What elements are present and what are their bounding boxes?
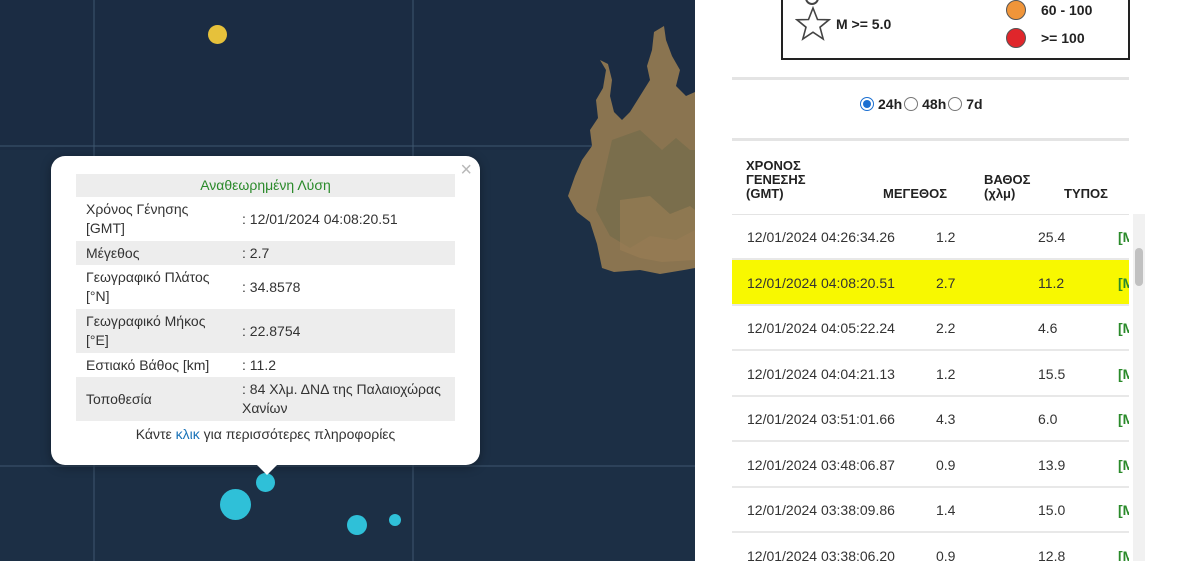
cell-time: 12/01/2024 04:08:20.51 (747, 274, 895, 291)
cell-type: [M (1118, 229, 1129, 245)
cell-type: [M (1118, 320, 1129, 336)
field-value: : 22.8754 (232, 309, 455, 353)
cell-time: 12/01/2024 04:26:34.26 (747, 229, 895, 245)
field-label: Μέγεθος (76, 241, 232, 265)
field-label: Εστιακό Βάθος [km] (86, 356, 210, 373)
cell-depth: 12.8 (1038, 547, 1066, 561)
earthquake-marker-selected[interactable] (256, 473, 275, 492)
table-row[interactable]: 12/01/2024 03:38:06.20 0.9 12.8 [M (732, 533, 1129, 561)
period-option-48h[interactable]: 48h (904, 96, 946, 112)
scrollbar-thumb[interactable] (1135, 248, 1143, 286)
table-row[interactable]: 12/01/2024 04:04:21.13 1.2 15.5 [M (732, 351, 1129, 397)
cell-magnitude: 0.9 (936, 456, 956, 473)
cell-depth: 6.0 (1038, 411, 1058, 427)
divider (732, 138, 1129, 141)
table-row[interactable]: 12/01/2024 03:51:01.66 4.3 6.0 [M (732, 396, 1129, 442)
header-depth[interactable]: ΒΑΘΟΣ (χλμ) (984, 173, 1030, 201)
depth-dot-red-icon (1006, 28, 1026, 48)
cell-magnitude: 0.9 (936, 547, 956, 561)
cell-depth: 11.2 (1038, 274, 1065, 291)
cell-magnitude: 4.3 (936, 411, 956, 427)
earthquake-marker[interactable] (347, 515, 367, 535)
field-label: Γεωγραφικό Μήκος [°E] (76, 309, 232, 353)
depth-dot-orange-icon (1006, 0, 1026, 20)
cell-depth: 15.0 (1038, 502, 1066, 518)
cell-time: 12/01/2024 04:04:21.13 (747, 365, 895, 382)
earthquake-list-panel: M >= 5.0 60 - 100 >= 100 24h 48h 7d ΧΡΟΝ… (695, 0, 1200, 561)
earthquake-table: 12/01/2024 04:26:34.261.225.4[M12/01/202… (732, 214, 1129, 561)
legend-depth-label: 60 - 100 (1041, 2, 1093, 18)
cell-time: 12/01/2024 03:48:06.87 (747, 456, 895, 473)
cell-magnitude: 2.2 (936, 320, 956, 336)
header-time[interactable]: ΧΡΟΝΟΣ ΓΕΝΕΣΗΣ (GMT) (746, 159, 806, 201)
cell-depth: 25.4 (1038, 229, 1066, 245)
cell-depth: 15.5 (1038, 365, 1066, 382)
cell-time: 12/01/2024 03:38:06.20 (747, 547, 895, 561)
cell-magnitude: 1.4 (936, 502, 956, 518)
field-value: : 34.8578 (242, 278, 301, 295)
table-row[interactable]: 12/01/2024 04:05:22.24 2.2 4.6 [M (732, 305, 1129, 351)
radio-icon[interactable] (948, 97, 963, 111)
circle-symbol-icon (805, 0, 819, 5)
header-magnitude[interactable]: ΜΕΓΕΘΟΣ (883, 187, 947, 201)
cell-depth: 13.9 (1038, 456, 1066, 473)
divider (732, 77, 1129, 80)
cell-type: [M (1118, 411, 1129, 427)
legend-magnitude-label: M >= 5.0 (836, 16, 892, 32)
star-icon (795, 6, 831, 41)
cell-type: [M (1118, 365, 1129, 382)
more-info-text: Κάντε κλικ για περισσότερες πληροφορίες (135, 426, 396, 442)
table-row[interactable]: 12/01/2024 03:38:09.86 1.4 15.0 [M (732, 487, 1129, 533)
field-label: Τοποθεσία (76, 377, 232, 421)
radio-icon[interactable] (904, 97, 919, 111)
header-type[interactable]: ΤΥΠΟΣ (1064, 187, 1108, 201)
period-option-7d[interactable]: 7d (948, 96, 983, 112)
more-info-link[interactable]: κλικ (176, 426, 200, 442)
legend-depth-label: >= 100 (1041, 30, 1085, 46)
cell-type: [M (1118, 502, 1129, 518)
cell-time: 12/01/2024 03:51:01.66 (747, 411, 895, 427)
scrollbar[interactable] (1133, 214, 1145, 561)
legend: M >= 5.0 60 - 100 >= 100 (781, 0, 1130, 60)
earthquake-popup: × Αναθεωρημένη Λύση Χρόνος Γένησης [GMT]… (51, 156, 480, 475)
table-row[interactable]: 12/01/2024 04:26:34.26 1.2 25.4 [M (732, 215, 1129, 260)
popup-pointer (255, 463, 279, 475)
field-value: : 11.2 (242, 356, 276, 373)
cell-time: 12/01/2024 03:38:09.86 (747, 502, 895, 518)
field-value: : 12/01/2024 04:08:20.51 (242, 210, 398, 227)
earthquake-marker[interactable] (220, 489, 251, 520)
field-label: Χρόνος Γένησης [GMT] (86, 201, 189, 236)
earthquake-marker[interactable] (389, 514, 401, 526)
cell-type: [M (1118, 547, 1129, 561)
cell-depth: 4.6 (1038, 320, 1058, 336)
cell-type: [M (1118, 456, 1129, 473)
cell-magnitude: 2.7 (936, 274, 956, 291)
cell-magnitude: 1.2 (936, 229, 956, 245)
period-option-24h[interactable]: 24h (860, 96, 902, 112)
field-value: : 2.7 (232, 241, 455, 265)
earthquake-marker[interactable] (208, 25, 227, 44)
table-row[interactable]: 12/01/2024 03:48:06.87 0.9 13.9 [M (732, 442, 1129, 488)
earthquake-map[interactable]: × Αναθεωρημένη Λύση Χρόνος Γένησης [GMT]… (0, 0, 695, 561)
popup-title: Αναθεωρημένη Λύση (76, 174, 455, 197)
radio-icon[interactable] (860, 97, 874, 111)
popup-details-table: Αναθεωρημένη Λύση Χρόνος Γένησης [GMT] :… (76, 174, 455, 421)
field-value: : 84 Χλμ. ΔΝΔ της Παλαιοχώρας Χανίων (232, 377, 455, 421)
cell-magnitude: 1.2 (936, 365, 956, 382)
period-selector: 24h 48h 7d (860, 96, 985, 112)
table-header: ΧΡΟΝΟΣ ΓΕΝΕΣΗΣ (GMT) ΜΕΓΕΘΟΣ ΒΑΘΟΣ (χλμ)… (695, 150, 1200, 212)
cell-type: [M (1118, 274, 1129, 291)
table-row-selected[interactable]: 12/01/2024 04:08:20.51 2.7 11.2 [M (732, 259, 1129, 306)
close-icon[interactable]: × (460, 159, 472, 182)
cell-time: 12/01/2024 04:05:22.24 (747, 320, 895, 336)
field-label: Γεωγραφικό Πλάτος [°N] (86, 269, 210, 304)
